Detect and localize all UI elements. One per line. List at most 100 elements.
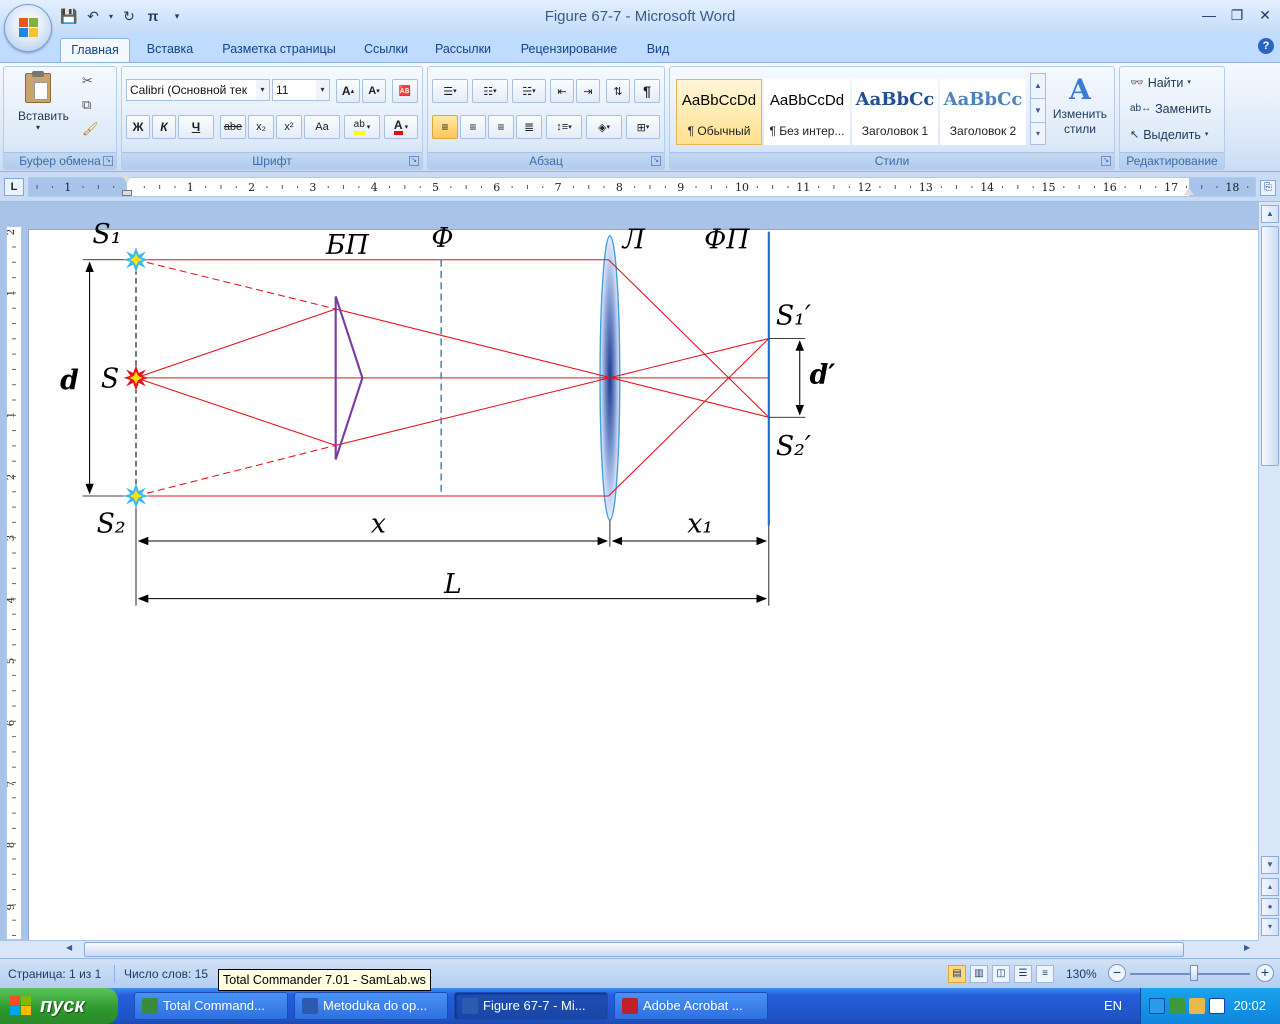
style-heading-1[interactable]: AaBbCc Заголовок 1 xyxy=(852,79,938,145)
grow-font-button[interactable]: A ▴ xyxy=(336,79,360,103)
task-figure-word[interactable]: Figure 67-7 - Mi... xyxy=(454,992,608,1020)
task-metoduka[interactable]: Metoduka do op... xyxy=(294,992,448,1020)
prev-page-icon[interactable]: ▴ xyxy=(1261,878,1279,896)
scroll-down-icon[interactable]: ▼ xyxy=(1261,856,1279,874)
close-icon[interactable]: ✕ xyxy=(1254,4,1276,26)
folder-icon[interactable] xyxy=(1189,998,1205,1014)
dialog-launcher-icon[interactable]: ↘ xyxy=(103,156,113,166)
shrink-font-button[interactable]: A ▾ xyxy=(362,79,386,103)
align-right-button[interactable]: ≡ xyxy=(488,115,514,139)
tab-selector[interactable]: L xyxy=(4,178,24,196)
tab-review[interactable]: Рецензирование xyxy=(512,38,626,62)
bullets-button[interactable]: ☰ ▾ xyxy=(432,79,468,103)
scroll-up-icon[interactable]: ▲ xyxy=(1261,205,1279,223)
zoom-slider-thumb[interactable] xyxy=(1190,965,1198,981)
print-layout-icon[interactable]: ▤ xyxy=(948,965,966,983)
page-status[interactable]: Страница: 1 из 1 xyxy=(8,967,101,981)
tab-references[interactable]: Ссылки xyxy=(356,38,416,62)
scroll-down-icon[interactable]: ▼ xyxy=(1031,98,1045,122)
task-total-commander[interactable]: Total Command... xyxy=(134,992,288,1020)
style-heading-2[interactable]: AaBbCc Заголовок 2 xyxy=(940,79,1026,145)
language-indicator[interactable]: EN xyxy=(1104,998,1122,1013)
font-name-combo[interactable]: Calibri (Основной тек ▾ xyxy=(126,79,270,101)
task-acrobat[interactable]: Adobe Acrobat ... xyxy=(614,992,768,1020)
line-spacing-button[interactable]: ↕≡ ▾ xyxy=(546,115,582,139)
tab-home[interactable]: Главная xyxy=(60,38,130,62)
numbering-button[interactable]: ☷ ▾ xyxy=(472,79,508,103)
clear-format-button[interactable]: 🆎 xyxy=(392,79,418,103)
clock[interactable]: 20:02 xyxy=(1233,998,1266,1013)
scroll-left-icon[interactable]: ◀ xyxy=(66,943,72,952)
font-size-combo[interactable]: 11 ▾ xyxy=(272,79,330,101)
browse-object-icon[interactable]: ● xyxy=(1261,898,1279,916)
indent-marker-icon[interactable] xyxy=(122,176,132,183)
right-indent-icon[interactable] xyxy=(1184,188,1194,195)
paste-button[interactable]: Вставить ▾ xyxy=(18,71,69,147)
more-styles-icon[interactable]: ▾ xyxy=(1031,122,1045,144)
show-marks-button[interactable]: ¶ xyxy=(634,79,660,103)
minimize-icon[interactable]: — xyxy=(1198,4,1220,26)
change-case-button[interactable]: Aa xyxy=(304,115,340,139)
start-button[interactable]: пуск xyxy=(0,988,118,1024)
dialog-launcher-icon[interactable]: ↘ xyxy=(651,156,661,166)
subscript-button[interactable]: x₂ xyxy=(248,115,274,139)
tab-view[interactable]: Вид xyxy=(640,38,676,62)
decrease-indent-button[interactable]: ⇤ xyxy=(550,79,574,103)
view-ruler-icon[interactable]: ⎘ xyxy=(1260,180,1276,196)
highlight-button[interactable]: ab ▾ xyxy=(344,115,380,139)
media-player-icon[interactable] xyxy=(1209,998,1225,1014)
strikethrough-button[interactable]: abe xyxy=(220,115,246,139)
restore-icon[interactable]: ❐ xyxy=(1226,4,1248,26)
zoom-out-icon[interactable]: − xyxy=(1108,964,1126,982)
scroll-corner xyxy=(1258,940,1280,958)
zoom-level[interactable]: 130% xyxy=(1066,967,1097,981)
web-layout-icon[interactable]: ◫ xyxy=(992,965,1010,983)
indent-marker-icon[interactable] xyxy=(122,190,132,196)
zoom-in-icon[interactable]: + xyxy=(1256,964,1274,982)
tab-page-layout[interactable]: Разметка страницы xyxy=(214,38,344,62)
font-color-button[interactable]: A ▾ xyxy=(384,115,418,139)
align-left-button[interactable]: ≡ xyxy=(432,115,458,139)
cut-icon[interactable]: ✂ xyxy=(82,73,93,89)
change-styles-button[interactable]: A Изменить стили xyxy=(1048,73,1112,149)
word-count[interactable]: Число слов: 15 xyxy=(124,967,208,981)
shading-button[interactable]: ◈ ▾ xyxy=(586,115,622,139)
borders-button[interactable]: ⊞ ▾ xyxy=(626,115,660,139)
sort-button[interactable]: ⇅ xyxy=(606,79,630,103)
increase-indent-button[interactable]: ⇥ xyxy=(576,79,600,103)
office-button[interactable] xyxy=(4,4,52,52)
document-page[interactable]: S₁ S S₂ d БП Ф Л ФП S₁′ d′ S₂′ x x₁ L xyxy=(28,219,1258,940)
next-page-icon[interactable]: ▾ xyxy=(1261,918,1279,936)
copy-icon[interactable]: ⧉ xyxy=(82,97,91,113)
scroll-up-icon[interactable]: ▲ xyxy=(1031,74,1045,98)
format-painter-icon[interactable]: 🖌 xyxy=(82,121,99,137)
draft-view-icon[interactable]: ≡ xyxy=(1036,965,1054,983)
find-button[interactable]: 👓 Найти ▾ xyxy=(1130,73,1191,93)
security-icon[interactable] xyxy=(1169,998,1185,1014)
tab-mailings[interactable]: Рассылки xyxy=(428,38,498,62)
dialog-launcher-icon[interactable]: ↘ xyxy=(1101,156,1111,166)
multilevel-button[interactable]: ☵ ▾ xyxy=(512,79,546,103)
vertical-scrollbar[interactable]: ▲ ▼ ▴ ● ▾ xyxy=(1258,202,1280,940)
italic-button[interactable]: К xyxy=(152,115,176,139)
justify-button[interactable]: ≣ xyxy=(516,115,542,139)
select-button[interactable]: ↖ Выделить ▾ xyxy=(1130,125,1208,145)
replace-button[interactable]: ab↔ Заменить xyxy=(1130,99,1211,119)
tab-insert[interactable]: Вставка xyxy=(140,38,200,62)
underline-button[interactable]: Ч xyxy=(178,115,214,139)
horizontal-scrollbar[interactable]: ◀ ▶ xyxy=(0,940,1258,958)
horizontal-ruler[interactable]: 1 1 2 3 4 5 6 7 8 9 10 11 12 13 14 15 16 17 18 xyxy=(28,176,1256,197)
scroll-thumb[interactable] xyxy=(1261,226,1279,466)
help-icon[interactable]: ? xyxy=(1258,38,1274,54)
scroll-right-icon[interactable]: ▶ xyxy=(1244,943,1250,952)
style-normal[interactable]: AaBbCcDd ¶ Обычный xyxy=(676,79,762,145)
scroll-thumb[interactable] xyxy=(84,942,1184,957)
dialog-launcher-icon[interactable]: ↘ xyxy=(409,156,419,166)
network-icon[interactable] xyxy=(1149,998,1165,1014)
style-no-spacing[interactable]: AaBbCcDd ¶ Без интер... xyxy=(764,79,850,145)
outline-view-icon[interactable]: ☰ xyxy=(1014,965,1032,983)
superscript-button[interactable]: x² xyxy=(276,115,302,139)
align-center-button[interactable]: ≡ xyxy=(460,115,486,139)
bold-button[interactable]: Ж xyxy=(126,115,150,139)
reading-view-icon[interactable]: ▥ xyxy=(970,965,988,983)
